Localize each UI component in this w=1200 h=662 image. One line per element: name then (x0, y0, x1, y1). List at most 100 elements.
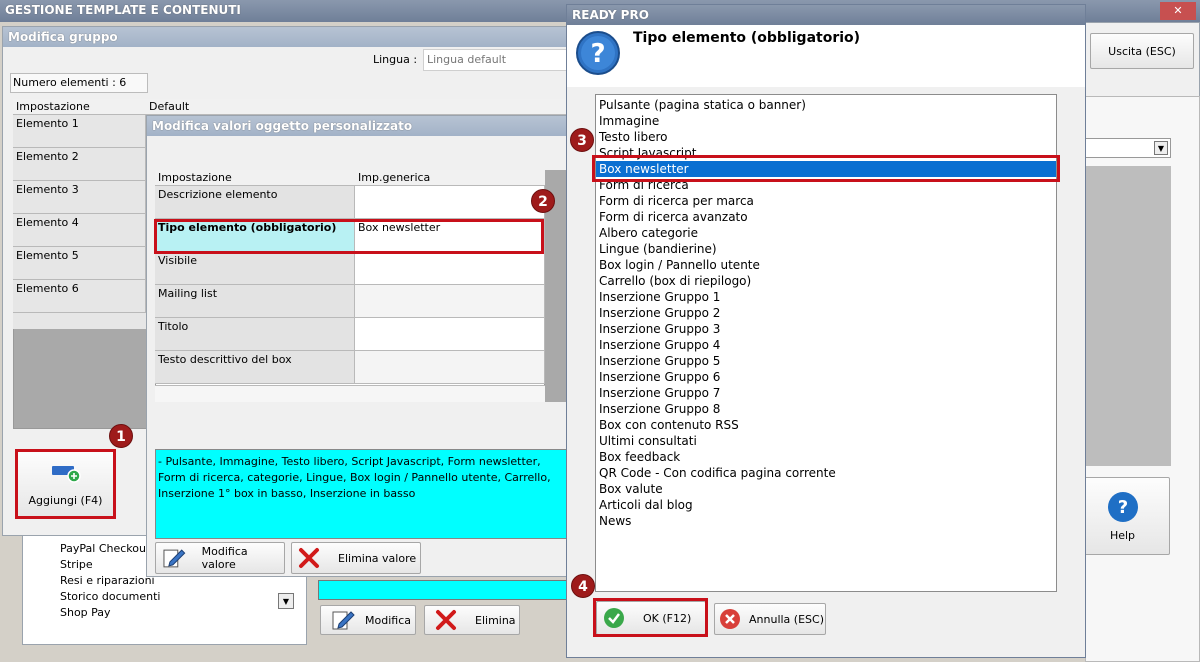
pencil-icon (163, 549, 186, 568)
group-row-1[interactable]: Elemento 1 (13, 115, 146, 148)
delete-button-label: Elimina (475, 613, 516, 627)
element-type-option[interactable]: Box login / Pannello utente (596, 257, 1056, 273)
custom-row-label-cell[interactable]: Visibile (155, 252, 355, 285)
element-type-option[interactable]: Ultimi consultati (596, 433, 1056, 449)
element-type-option[interactable]: Carrello (box di riepilogo) (596, 273, 1056, 289)
element-type-option[interactable]: Testo libero (596, 129, 1056, 145)
group-row-label: Elemento 6 (16, 282, 79, 295)
sidebar-list-item[interactable]: Resi e riparazioni (60, 574, 155, 587)
element-count: Numero elementi : 6 (10, 73, 148, 93)
highlight-element-type-row (154, 219, 544, 254)
element-type-option[interactable]: Box valute (596, 481, 1056, 497)
edit-button-label: Modifica (365, 613, 411, 627)
pencil-icon (332, 611, 355, 630)
delete-x-icon (436, 610, 456, 630)
marker-4: 4 (571, 574, 595, 598)
group-row-4[interactable]: Elemento 4 (13, 214, 146, 247)
cyan-field-bottom (318, 580, 568, 600)
element-type-option[interactable]: Form di ricerca per marca (596, 193, 1056, 209)
group-row-label: Elemento 4 (16, 216, 79, 229)
custom-row-label-cell[interactable]: Titolo (155, 318, 355, 351)
group-row-5[interactable]: Elemento 5 (13, 247, 146, 280)
delete-button[interactable]: Elimina (424, 605, 520, 635)
main-window-title: GESTIONE TEMPLATE E CONTENUTI (5, 3, 241, 17)
element-type-option[interactable]: Articoli dal blog (596, 497, 1056, 513)
highlight-ok-button (593, 598, 708, 637)
element-type-option[interactable]: Inserzione Gruppo 8 (596, 401, 1056, 417)
element-type-option[interactable]: Pulsante (pagina statica o banner) (596, 97, 1056, 113)
custom-grid-blank-row (155, 385, 545, 402)
element-type-option[interactable]: Inserzione Gruppo 2 (596, 305, 1056, 321)
custom-col-setting: Impostazione (158, 171, 232, 184)
element-type-option[interactable]: Lingue (bandierine) (596, 241, 1056, 257)
main-close-button[interactable]: ✕ (1160, 2, 1196, 20)
ready-pro-titlebar: READY PRO (567, 5, 1085, 25)
group-row-label: Elemento 1 (16, 117, 79, 130)
element-type-option[interactable]: Form di ricerca avanzato (596, 209, 1056, 225)
custom-row-value-cell[interactable] (355, 252, 545, 285)
group-window-title: Modifica gruppo (8, 30, 118, 44)
custom-row-value-cell[interactable] (355, 186, 545, 219)
delete-value-button[interactable]: Elimina valore (291, 542, 421, 574)
right-combo[interactable]: ▼ (1085, 138, 1171, 158)
group-row-6[interactable]: Elemento 6 (13, 280, 146, 313)
sidebar-chevron-down-icon[interactable]: ▼ (278, 593, 294, 609)
element-count-label: Numero elementi : 6 (13, 76, 127, 89)
exit-button-label: Uscita (ESC) (1108, 44, 1176, 58)
group-row-label: Elemento 3 (16, 183, 79, 196)
edit-button[interactable]: Modifica (320, 605, 416, 635)
cancel-button-label: Annulla (ESC) (749, 612, 824, 626)
element-type-option[interactable]: Box con contenuto RSS (596, 417, 1056, 433)
element-type-option[interactable]: Inserzione Gruppo 1 (596, 289, 1056, 305)
element-type-option[interactable]: Inserzione Gruppo 5 (596, 353, 1056, 369)
custom-row-label-cell[interactable]: Mailing list (155, 285, 355, 318)
element-type-option[interactable]: Inserzione Gruppo 3 (596, 321, 1056, 337)
edit-value-label: Modifica valore (201, 545, 248, 571)
custom-row-label: Mailing list (158, 287, 218, 300)
custom-row-value-cell[interactable] (355, 318, 545, 351)
element-type-option[interactable]: Immagine (596, 113, 1056, 129)
language-input[interactable]: Lingua default (423, 49, 573, 71)
custom-row-label: Descrizione elemento (158, 188, 278, 201)
group-row-2[interactable]: Elemento 2 (13, 148, 146, 181)
group-window-titlebar: Modifica gruppo (3, 27, 579, 47)
custom-row-value-cell[interactable] (355, 351, 545, 384)
element-type-option[interactable]: Box feedback (596, 449, 1056, 465)
custom-window-titlebar: Modifica valori oggetto personalizzato (147, 116, 570, 136)
close-icon: ✕ (1173, 4, 1183, 17)
element-type-option[interactable]: Albero categorie (596, 225, 1056, 241)
element-type-option[interactable]: Inserzione Gruppo 6 (596, 369, 1056, 385)
svg-text:?: ? (590, 39, 605, 69)
edit-value-button[interactable]: Modifica valore (155, 542, 285, 574)
ready-pro-title: READY PRO (572, 8, 649, 22)
sidebar-list-item[interactable]: Shop Pay (60, 606, 111, 619)
marker-2: 2 (531, 189, 555, 213)
group-col-setting: Impostazione (16, 100, 90, 113)
element-type-option[interactable]: News (596, 513, 1056, 529)
marker-1: 1 (109, 424, 133, 448)
cancel-button[interactable]: Annulla (ESC) (714, 603, 826, 635)
sidebar-list-item[interactable]: PayPal Checkout (60, 542, 150, 555)
sidebar-list-item[interactable]: Stripe (60, 558, 93, 571)
help-button[interactable]: ? Help (1075, 477, 1170, 555)
custom-row-label: Testo descrittivo del box (158, 353, 292, 366)
element-type-option[interactable]: QR Code - Con codifica pagina corrente (596, 465, 1056, 481)
custom-row-label-cell[interactable]: Testo descrittivo del box (155, 351, 355, 384)
custom-row-label: Titolo (158, 320, 189, 333)
custom-row-label: Visibile (158, 254, 197, 267)
delete-x-icon (299, 548, 319, 568)
custom-row-label-cell[interactable]: Descrizione elemento (155, 186, 355, 219)
highlight-selected-option (592, 155, 1060, 182)
element-type-option[interactable]: Inserzione Gruppo 4 (596, 337, 1056, 353)
group-row-3[interactable]: Elemento 3 (13, 181, 146, 214)
cancel-icon (720, 609, 740, 629)
element-type-option[interactable]: Inserzione Gruppo 7 (596, 385, 1056, 401)
chevron-down-icon[interactable]: ▼ (1154, 141, 1168, 155)
group-col-default: Default (149, 100, 190, 113)
right-grey-area (1085, 166, 1171, 466)
custom-grid-header: Impostazione Imp.generica (155, 170, 545, 186)
exit-button[interactable]: Uscita (ESC) (1090, 33, 1194, 69)
sidebar-list-item[interactable]: Storico documenti (60, 590, 160, 603)
custom-row-value-cell[interactable] (355, 285, 545, 318)
highlight-add-button (15, 449, 116, 519)
